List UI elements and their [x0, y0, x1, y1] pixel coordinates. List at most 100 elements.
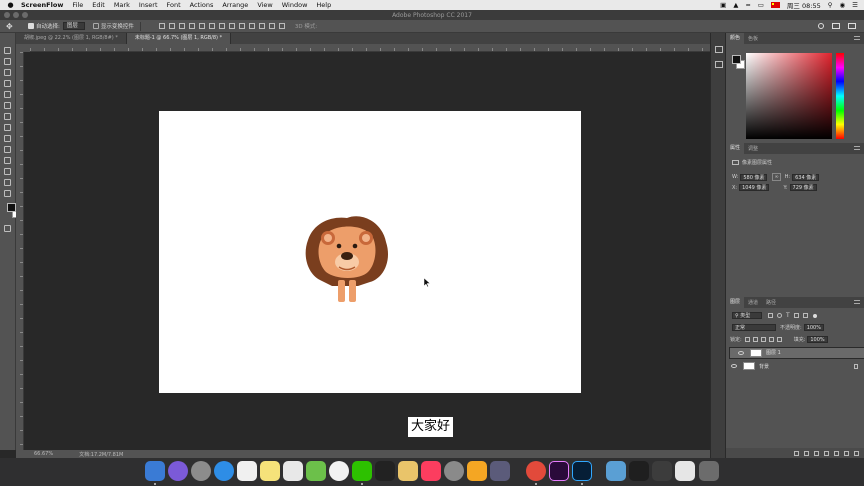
finder-icon[interactable]	[145, 461, 165, 481]
filter-toggle-icon[interactable]	[812, 313, 817, 318]
layer-row-layer1[interactable]: 图层 1	[729, 347, 864, 359]
panel-foreground-swatch[interactable]	[732, 55, 741, 64]
new-layer-icon[interactable]	[844, 450, 849, 456]
marquee-tool-button[interactable]	[4, 58, 11, 65]
height-field[interactable]: 634 像素	[792, 173, 820, 181]
folder-icon[interactable]	[606, 461, 626, 481]
reminders-icon[interactable]	[283, 461, 303, 481]
siri-dock-icon[interactable]	[168, 461, 188, 481]
chrome-icon[interactable]	[526, 461, 546, 481]
preview-icon[interactable]	[398, 461, 418, 481]
launchpad-icon[interactable]	[191, 461, 211, 481]
tab-paths[interactable]: 路径	[762, 299, 780, 306]
stack-icon[interactable]	[652, 461, 672, 481]
airplay-icon[interactable]: ▲	[733, 1, 738, 9]
align-right-icon[interactable]	[208, 23, 215, 29]
document-size[interactable]: 文档:17.2M/7.81M	[79, 451, 123, 458]
align-vcenter-icon[interactable]	[168, 23, 175, 29]
filter-shape-icon[interactable]	[793, 313, 799, 318]
lock-position-icon[interactable]	[760, 337, 766, 342]
trash-dock-icon[interactable]	[699, 461, 719, 481]
menu-edit[interactable]: Edit	[92, 1, 105, 9]
auto-select-checkbox[interactable]	[28, 23, 34, 29]
distribute-hcenter-icon[interactable]	[258, 23, 265, 29]
screen-capture-icon[interactable]	[629, 461, 649, 481]
align-hcenter-icon[interactable]	[198, 23, 205, 29]
lasso-tool-button[interactable]	[4, 69, 11, 76]
close-window-button[interactable]	[4, 12, 10, 18]
stamp-tool-button[interactable]	[4, 124, 11, 131]
more-tools-button[interactable]	[4, 190, 11, 197]
lion-illustration[interactable]	[302, 212, 392, 304]
photoshop-icon[interactable]	[572, 461, 592, 481]
distribute-bottom-icon[interactable]	[238, 23, 245, 29]
lock-pixels-icon[interactable]	[752, 337, 758, 342]
menu-file[interactable]: File	[72, 1, 83, 9]
workspace-switcher-icon[interactable]	[832, 23, 840, 29]
blend-mode-dropdown[interactable]: 正常	[732, 324, 776, 331]
safari-icon[interactable]	[214, 461, 234, 481]
fill-field[interactable]: 100%	[807, 336, 828, 343]
vertical-ruler[interactable]	[16, 52, 24, 450]
tab-channels[interactable]: 通道	[744, 299, 762, 306]
move-tool-icon[interactable]: ✥	[6, 22, 20, 31]
layer-kind-filter[interactable]: ⚲ 类型	[732, 312, 762, 319]
panel-menu-icon[interactable]	[854, 146, 860, 150]
blur-tool-button[interactable]	[4, 146, 11, 153]
tab-color[interactable]: 颜色	[726, 33, 745, 44]
healing-tool-button[interactable]	[4, 102, 11, 109]
fx-icon[interactable]	[804, 450, 809, 456]
align-bottom-icon[interactable]	[178, 23, 185, 29]
eyedropper-tool-button[interactable]	[4, 91, 11, 98]
layer-row-background[interactable]: 背景	[726, 360, 864, 372]
siri-icon[interactable]: ◉	[840, 1, 846, 9]
qq-icon[interactable]	[375, 461, 395, 481]
distribute-left-icon[interactable]	[248, 23, 255, 29]
system-preferences-icon[interactable]	[444, 461, 464, 481]
filter-type-icon[interactable]: T	[786, 312, 790, 319]
y-field[interactable]: 729 像素	[789, 184, 817, 191]
wifi-icon[interactable]: ≈	[745, 1, 750, 9]
battery-icon[interactable]: ▭	[758, 1, 764, 9]
eye-icon[interactable]	[731, 364, 737, 368]
pen-tool-button[interactable]	[4, 157, 11, 164]
menu-window[interactable]: Window	[282, 1, 308, 9]
filter-smart-icon[interactable]	[802, 313, 808, 318]
share-icon[interactable]	[848, 23, 856, 29]
new-group-icon[interactable]	[834, 450, 839, 456]
spotlight-icon[interactable]: ⚲	[828, 1, 833, 9]
tab-swatches[interactable]: 色板	[744, 35, 762, 42]
menu-font[interactable]: Font	[167, 1, 181, 9]
quick-mask-button[interactable]	[4, 225, 11, 232]
zoom-window-button[interactable]	[22, 12, 28, 18]
adjustment-layer-icon[interactable]	[824, 450, 829, 456]
hand-tool-button[interactable]	[4, 179, 11, 186]
menu-help[interactable]: Help	[316, 1, 331, 9]
auto-align-icon[interactable]	[278, 23, 285, 29]
menu-view[interactable]: View	[257, 1, 272, 9]
lock-all-icon[interactable]	[776, 337, 782, 342]
menu-arrange[interactable]: Arrange	[222, 1, 248, 9]
distribute-top-icon[interactable]	[218, 23, 225, 29]
notes-icon[interactable]	[260, 461, 280, 481]
hue-slider[interactable]	[836, 53, 844, 139]
auto-select-dropdown[interactable]: 图层	[62, 22, 85, 30]
menu-app[interactable]: ScreenFlow	[21, 1, 63, 9]
panel-menu-icon[interactable]	[854, 36, 860, 40]
horizontal-ruler[interactable]	[30, 44, 710, 52]
ruler-origin[interactable]	[16, 44, 30, 52]
apple-icon[interactable]: ●	[6, 1, 15, 9]
photos-icon[interactable]	[329, 461, 349, 481]
history-panel-icon[interactable]	[715, 46, 723, 53]
wechat-icon[interactable]	[352, 461, 372, 481]
brush-tool-button[interactable]	[4, 113, 11, 120]
screenflow-icon[interactable]	[490, 461, 510, 481]
tab-pepper-jpeg[interactable]: 胡椒.jpeg @ 22.2% (图层 1, RGB/8#) *	[16, 33, 127, 44]
path-select-tool-button[interactable]	[4, 168, 11, 175]
distribute-vcenter-icon[interactable]	[228, 23, 235, 29]
move-tool-button[interactable]	[4, 47, 11, 54]
distribute-right-icon[interactable]	[268, 23, 275, 29]
premiere-icon[interactable]	[549, 461, 569, 481]
tab-adjustments[interactable]: 调整	[744, 145, 762, 152]
maps-icon[interactable]	[306, 461, 326, 481]
